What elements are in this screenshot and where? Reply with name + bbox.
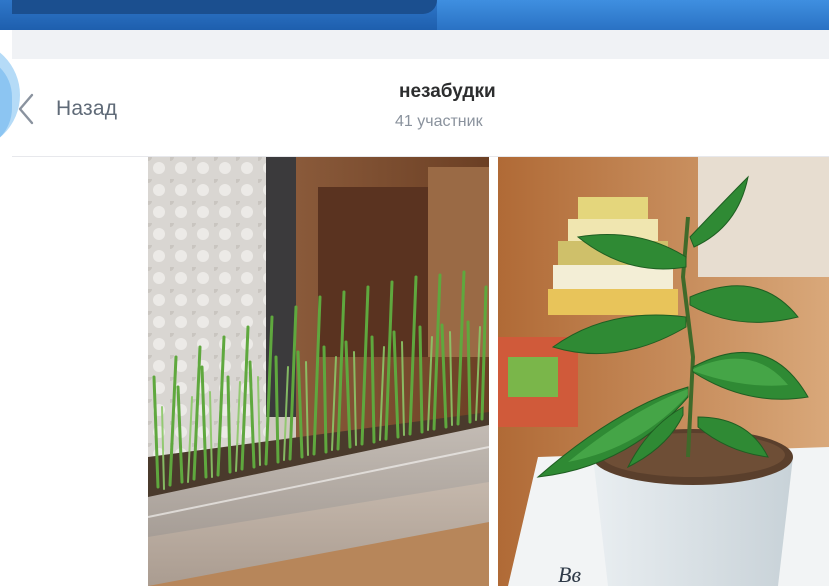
top-band-dark-segment: [12, 0, 437, 14]
chat-header: Назад незабудки 41 участник: [12, 59, 829, 157]
photo-potted-tree-seedling[interactable]: Вв: [498, 157, 829, 586]
member-count: 41 участник: [395, 113, 483, 130]
photo-grass-seedlings[interactable]: [148, 157, 489, 586]
chat-title-block[interactable]: незабудки 41 участник: [395, 79, 695, 133]
back-button[interactable]: Назад: [12, 89, 117, 129]
top-band-light-segment: [437, 0, 829, 30]
svg-text:Вв: Вв: [558, 562, 581, 586]
screen: Назад незабудки 41 участник Вв: [0, 0, 829, 586]
empty-toolbar: [12, 30, 829, 59]
back-label: Назад: [56, 97, 118, 120]
top-band: [0, 0, 829, 30]
chat-title: незабудки: [399, 81, 496, 102]
